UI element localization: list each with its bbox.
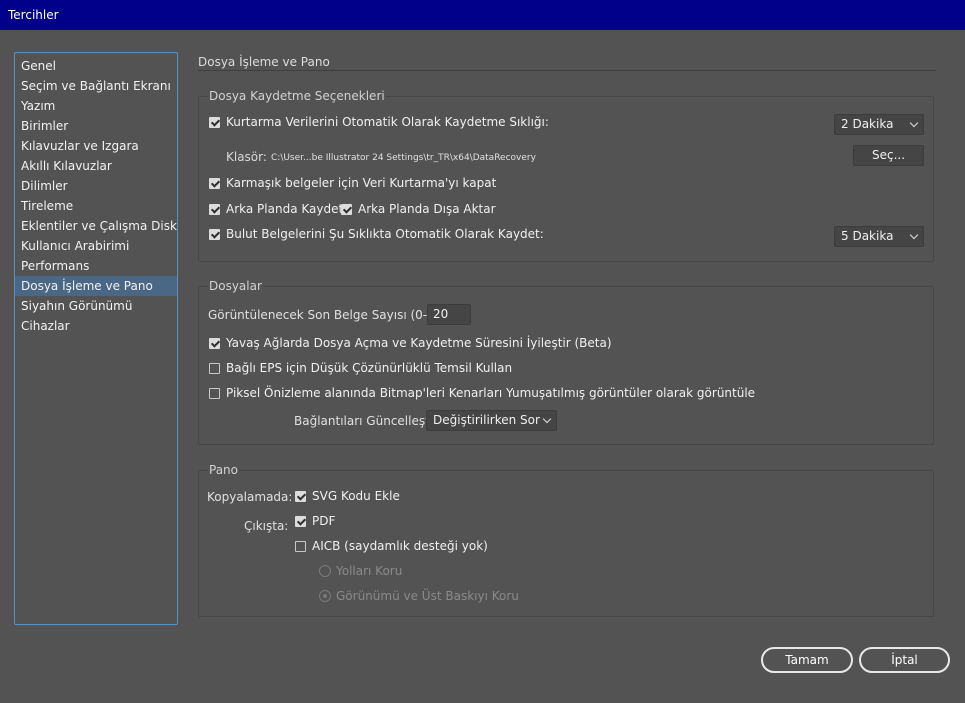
sidebar-item-file-handling-clipboard[interactable]: Dosya İşleme ve Pano: [15, 276, 177, 296]
background-export-label: Arka Planda Dışa Aktar: [358, 202, 496, 216]
sidebar-item-type[interactable]: Yazım: [15, 96, 177, 116]
pdf-checkbox[interactable]: [295, 515, 306, 527]
page-title: Dosya İşleme ve Pano: [198, 55, 330, 69]
preserve-appearance-label: Görünümü ve Üst Baskıyı Koru: [336, 589, 519, 603]
preferences-sidebar: Genel Seçim ve Bağlantı Ekranı Yazım Bir…: [14, 52, 178, 625]
preserve-appearance-row: Görünümü ve Üst Baskıyı Koru: [319, 589, 519, 603]
background-save-label: Arka Planda Kaydet: [226, 202, 344, 216]
slow-network-row[interactable]: Yavaş Ağlarda Dosya Açma ve Kaydetme Sür…: [209, 336, 612, 350]
background-save-row[interactable]: Arka Planda Kaydet: [209, 202, 343, 216]
pdf-label: PDF: [312, 514, 336, 528]
svg-code-checkbox[interactable]: [295, 490, 306, 502]
folder-label: Klasör:: [226, 150, 267, 164]
linked-eps-row[interactable]: Bağlı EPS için Düşük Çözünürlüklü Temsil…: [209, 361, 512, 375]
page-title-divider: [198, 70, 936, 71]
complex-docs-row[interactable]: Karmaşık belgeler için Veri Kurtarma'yı …: [209, 176, 496, 190]
preserve-appearance-radio: [319, 590, 331, 602]
svg-code-row[interactable]: SVG Kodu Ekle: [295, 489, 400, 503]
linked-eps-label: Bağlı EPS için Düşük Çözünürlüklü Temsil…: [226, 361, 513, 375]
recent-docs-count-input[interactable]: 20: [427, 304, 471, 325]
preserve-paths-radio: [319, 565, 331, 577]
slow-network-checkbox[interactable]: [209, 337, 220, 349]
autosave-recovery-row[interactable]: Kurtarma Verilerini Otomatik Olarak Kayd…: [209, 115, 549, 129]
sidebar-item-plugins-scratch-disks[interactable]: Eklentiler ve Çalışma Diskleri: [15, 216, 177, 236]
background-save-checkbox[interactable]: [209, 203, 220, 215]
background-export-checkbox[interactable]: [341, 203, 352, 215]
sidebar-item-black-appearance[interactable]: Siyahın Görünümü: [15, 296, 177, 316]
update-links-label: Bağlantıları Güncelleştir:: [294, 414, 442, 428]
preserve-paths-row: Yolları Koru: [319, 564, 402, 578]
chevron-down-icon: [542, 414, 552, 424]
sidebar-item-slices[interactable]: Dilimler: [15, 176, 177, 196]
aicb-label: AICB (saydamlık desteği yok): [312, 539, 488, 553]
chevron-down-icon: [909, 230, 919, 240]
complex-docs-label: Karmaşık belgeler için Veri Kurtarma'yı …: [226, 176, 497, 190]
window-title: Tercihler: [0, 0, 965, 30]
chevron-down-icon: [909, 118, 919, 128]
sidebar-item-guides-grid[interactable]: Kılavuzlar ve Izgara: [15, 136, 177, 156]
cancel-button[interactable]: İptal: [859, 647, 950, 673]
ok-button[interactable]: Tamam: [761, 647, 853, 673]
sidebar-item-devices[interactable]: Cihazlar: [15, 316, 177, 336]
preserve-paths-label: Yolları Koru: [336, 564, 403, 578]
pixel-preview-label: Piksel Önizleme alanında Bitmap'leri Ken…: [226, 386, 756, 400]
autosave-interval-select[interactable]: 2 Dakika: [834, 114, 924, 135]
complex-docs-checkbox[interactable]: [209, 177, 220, 189]
cloud-autosave-label: Bulut Belgelerini Şu Sıklıkta Otomatik O…: [226, 227, 544, 241]
update-links-select[interactable]: Değiştirilirken Sor: [426, 410, 557, 431]
pixel-preview-checkbox[interactable]: [209, 387, 220, 399]
sidebar-item-general[interactable]: Genel: [15, 56, 177, 76]
autosave-interval-value: 2 Dakika: [841, 117, 894, 131]
svg-code-label: SVG Kodu Ekle: [312, 489, 400, 503]
autosave-recovery-label: Kurtarma Verilerini Otomatik Olarak Kayd…: [226, 115, 549, 129]
on-copy-label: Kopyalamada:: [207, 490, 293, 504]
files-title: Dosyalar: [208, 279, 263, 293]
sidebar-item-smart-guides[interactable]: Akıllı Kılavuzlar: [15, 156, 177, 176]
slow-network-label: Yavaş Ağlarda Dosya Açma ve Kaydetme Sür…: [226, 336, 612, 350]
sidebar-item-performance[interactable]: Performans: [15, 256, 177, 276]
cloud-interval-value: 5 Dakika: [841, 229, 894, 243]
pdf-row[interactable]: PDF: [295, 514, 335, 528]
sidebar-item-selection-anchor-display[interactable]: Seçim ve Bağlantı Ekranı: [15, 76, 177, 96]
choose-folder-button[interactable]: Seç...: [853, 145, 924, 166]
on-quit-label: Çıkışta:: [244, 519, 289, 533]
sidebar-item-units[interactable]: Birimler: [15, 116, 177, 136]
file-save-options-title: Dosya Kaydetme Seçenekleri: [208, 89, 386, 103]
sidebar-item-hyphenation[interactable]: Tireleme: [15, 196, 177, 216]
cloud-interval-select[interactable]: 5 Dakika: [834, 226, 924, 247]
folder-path: C:\User...be Illustrator 24 Settings\tr_…: [271, 153, 536, 163]
pixel-preview-row[interactable]: Piksel Önizleme alanında Bitmap'leri Ken…: [209, 386, 755, 400]
clipboard-title: Pano: [208, 463, 239, 477]
cloud-autosave-row[interactable]: Bulut Belgelerini Şu Sıklıkta Otomatik O…: [209, 227, 544, 241]
recent-docs-count-label: Görüntülenecek Son Belge Sayısı (0-30):: [208, 308, 452, 322]
cloud-autosave-checkbox[interactable]: [209, 228, 220, 240]
background-export-row[interactable]: Arka Planda Dışa Aktar: [341, 202, 496, 216]
sidebar-item-user-interface[interactable]: Kullanıcı Arabirimi: [15, 236, 177, 256]
aicb-checkbox[interactable]: [295, 540, 306, 552]
update-links-value: Değiştirilirken Sor: [433, 413, 540, 427]
autosave-recovery-checkbox[interactable]: [209, 116, 220, 128]
linked-eps-checkbox[interactable]: [209, 362, 220, 374]
aicb-row[interactable]: AICB (saydamlık desteği yok): [295, 539, 488, 553]
